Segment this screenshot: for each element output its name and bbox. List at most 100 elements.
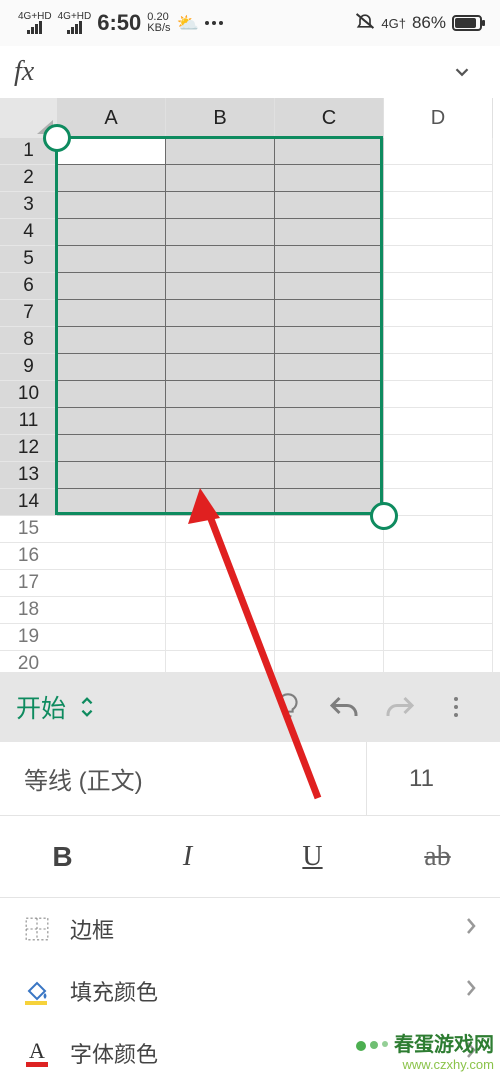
cell-B11[interactable] [166,408,275,435]
cell-B16[interactable] [166,543,275,570]
cell-C8[interactable] [275,327,384,354]
cell-C1[interactable] [275,138,384,165]
cell-A4[interactable] [57,219,166,246]
cell-D12[interactable] [384,435,493,462]
row-header-11[interactable]: 11 [0,408,57,435]
row-header-8[interactable]: 8 [0,327,57,354]
undo-button[interactable] [316,677,372,737]
cell-D7[interactable] [384,300,493,327]
cell-A5[interactable] [57,246,166,273]
row-header-10[interactable]: 10 [0,381,57,408]
cell-B1[interactable] [166,138,275,165]
cell-C6[interactable] [275,273,384,300]
row-header-3[interactable]: 3 [0,192,57,219]
cell-A17[interactable] [57,570,166,597]
cell-D8[interactable] [384,327,493,354]
row-headers[interactable]: 1234567891011121314151617181920 [0,138,57,678]
font-name-select[interactable]: 等线 (正文) [24,761,366,796]
row-header-20[interactable]: 20 [0,651,57,678]
lightbulb-button[interactable] [260,677,316,737]
cell-A8[interactable] [57,327,166,354]
cell-C11[interactable] [275,408,384,435]
cell-A14[interactable] [57,489,166,516]
cell-B12[interactable] [166,435,275,462]
cell-C7[interactable] [275,300,384,327]
expand-formula-icon[interactable] [438,52,486,92]
cell-B13[interactable] [166,462,275,489]
cell-B17[interactable] [166,570,275,597]
cell-C17[interactable] [275,570,384,597]
cell-A18[interactable] [57,597,166,624]
cell-D15[interactable] [384,516,493,543]
cell-C4[interactable] [275,219,384,246]
row-header-17[interactable]: 17 [0,570,57,597]
option-fill[interactable]: 填充颜色 [0,960,500,1022]
cell-D6[interactable] [384,273,493,300]
cell-B2[interactable] [166,165,275,192]
cell-D10[interactable] [384,381,493,408]
italic-button[interactable]: I [125,816,250,897]
cell-B8[interactable] [166,327,275,354]
cell-A20[interactable] [57,651,166,678]
cell-A3[interactable] [57,192,166,219]
cell-B5[interactable] [166,246,275,273]
strike-button[interactable]: ab [375,816,500,897]
cell-C16[interactable] [275,543,384,570]
cell-C5[interactable] [275,246,384,273]
row-header-13[interactable]: 13 [0,462,57,489]
cell-A9[interactable] [57,354,166,381]
cell-A19[interactable] [57,624,166,651]
cell-C14[interactable] [275,489,384,516]
cell-D20[interactable] [384,651,493,678]
cell-D18[interactable] [384,597,493,624]
cell-B19[interactable] [166,624,275,651]
cell-B6[interactable] [166,273,275,300]
selection-handle-bottom-right[interactable] [370,502,398,530]
cell-A7[interactable] [57,300,166,327]
cell-B15[interactable] [166,516,275,543]
cell-C9[interactable] [275,354,384,381]
fx-label[interactable]: fx [14,56,44,88]
cell-D11[interactable] [384,408,493,435]
cell-D16[interactable] [384,543,493,570]
row-header-19[interactable]: 19 [0,624,57,651]
option-border[interactable]: 边框 [0,898,500,960]
row-header-14[interactable]: 14 [0,489,57,516]
more-menu-button[interactable] [428,677,484,737]
tab-start[interactable]: 开始 [16,689,98,725]
row-header-2[interactable]: 2 [0,165,57,192]
column-header-B[interactable]: B [166,98,275,138]
cell-C20[interactable] [275,651,384,678]
column-header-A[interactable]: A [57,98,166,138]
row-header-7[interactable]: 7 [0,300,57,327]
cell-B14[interactable] [166,489,275,516]
row-header-9[interactable]: 9 [0,354,57,381]
cell-C2[interactable] [275,165,384,192]
cell-A15[interactable] [57,516,166,543]
row-header-16[interactable]: 16 [0,543,57,570]
cell-C3[interactable] [275,192,384,219]
cell-B3[interactable] [166,192,275,219]
cell-D2[interactable] [384,165,493,192]
cell-C10[interactable] [275,381,384,408]
cell-C12[interactable] [275,435,384,462]
selection-handle-top-left[interactable] [43,124,71,152]
spreadsheet[interactable]: ABCD 1234567891011121314151617181920 [0,98,500,672]
cell-B10[interactable] [166,381,275,408]
cell-D9[interactable] [384,354,493,381]
row-header-5[interactable]: 5 [0,246,57,273]
redo-button[interactable] [372,677,428,737]
row-header-18[interactable]: 18 [0,597,57,624]
cell-B9[interactable] [166,354,275,381]
cell-A1[interactable] [57,138,166,165]
cell-C18[interactable] [275,597,384,624]
cell-D4[interactable] [384,219,493,246]
cell-B7[interactable] [166,300,275,327]
cell-B18[interactable] [166,597,275,624]
cell-A6[interactable] [57,273,166,300]
row-header-15[interactable]: 15 [0,516,57,543]
row-header-4[interactable]: 4 [0,219,57,246]
row-header-6[interactable]: 6 [0,273,57,300]
cell-A2[interactable] [57,165,166,192]
column-header-D[interactable]: D [384,98,493,138]
